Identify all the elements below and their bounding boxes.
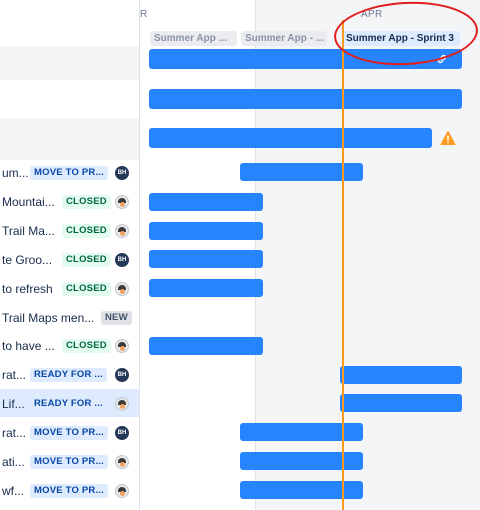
month-label-mar: R [140, 9, 148, 20]
status-lozenge[interactable]: CLOSED [62, 339, 111, 353]
assignee-avatar[interactable] [115, 455, 129, 469]
status-lozenge[interactable]: CLOSED [62, 224, 111, 238]
assignee-avatar[interactable]: BH [115, 426, 129, 440]
assignee-avatar[interactable] [115, 484, 129, 498]
issue-title[interactable]: Trail Ma... [2, 224, 55, 238]
assignee-avatar[interactable]: BH [115, 166, 129, 180]
status-lozenge[interactable]: MOVE TO PR... [30, 455, 108, 469]
issue-title[interactable]: wf... [2, 484, 24, 498]
issue-bar-5[interactable] [149, 279, 263, 297]
assignee-avatar[interactable] [115, 339, 129, 353]
issue-bar-3[interactable] [149, 222, 263, 240]
issue-bar-7[interactable] [149, 337, 263, 355]
epic-bar-3[interactable] [149, 128, 432, 148]
sprint-chip-1[interactable]: Summer App ... [150, 31, 237, 46]
issue-title[interactable]: Lif... [2, 397, 25, 411]
issue-title[interactable]: ati... [2, 455, 25, 469]
issue-bar-11[interactable] [240, 452, 363, 470]
assignee-avatar[interactable] [115, 195, 129, 209]
assignee-avatar[interactable] [115, 282, 129, 296]
issue-title[interactable]: to have ... [2, 339, 55, 353]
issue-bar-1[interactable] [240, 163, 363, 181]
assignee-avatar[interactable] [115, 224, 129, 238]
issue-bar-4[interactable] [149, 250, 263, 268]
issue-bar-9[interactable] [340, 394, 462, 412]
issue-bar-8[interactable] [340, 366, 462, 384]
status-lozenge[interactable]: MOVE TO PR... [30, 426, 108, 440]
issue-title[interactable]: to refresh [2, 282, 53, 296]
issue-title[interactable]: rat... [2, 368, 26, 382]
status-lozenge[interactable]: CLOSED [62, 253, 111, 267]
issue-title[interactable]: rat... [2, 426, 26, 440]
status-lozenge[interactable]: READY FOR ... [30, 397, 107, 411]
epic-row-3-left [0, 118, 139, 160]
status-lozenge[interactable]: CLOSED [62, 282, 111, 296]
issue-bar-12[interactable] [240, 481, 363, 499]
status-lozenge[interactable]: CLOSED [62, 195, 111, 209]
assignee-avatar[interactable] [115, 397, 129, 411]
issue-title[interactable]: um... [2, 166, 29, 180]
status-lozenge[interactable]: MOVE TO PR... [30, 484, 108, 498]
status-lozenge[interactable]: READY FOR ... [30, 368, 107, 382]
issue-title[interactable]: Trail Maps men... [2, 311, 94, 325]
issue-title[interactable]: Mountai... [2, 195, 55, 209]
status-lozenge[interactable]: NEW [101, 311, 132, 325]
issue-title[interactable]: te Groo... [2, 253, 52, 267]
sprint-chip-2[interactable]: Summer App - ... [241, 31, 327, 46]
issue-bar-2[interactable] [149, 193, 263, 211]
panel-divider[interactable] [139, 0, 140, 510]
status-lozenge[interactable]: MOVE TO PR... [30, 166, 108, 180]
epic-bar-2[interactable] [149, 89, 462, 109]
epic-row-1-left [0, 46, 139, 80]
today-marker [342, 20, 344, 510]
warning-icon[interactable] [440, 130, 456, 146]
issue-bar-10[interactable] [240, 423, 363, 441]
assignee-avatar[interactable]: BH [115, 368, 129, 382]
assignee-avatar[interactable]: BH [115, 253, 129, 267]
